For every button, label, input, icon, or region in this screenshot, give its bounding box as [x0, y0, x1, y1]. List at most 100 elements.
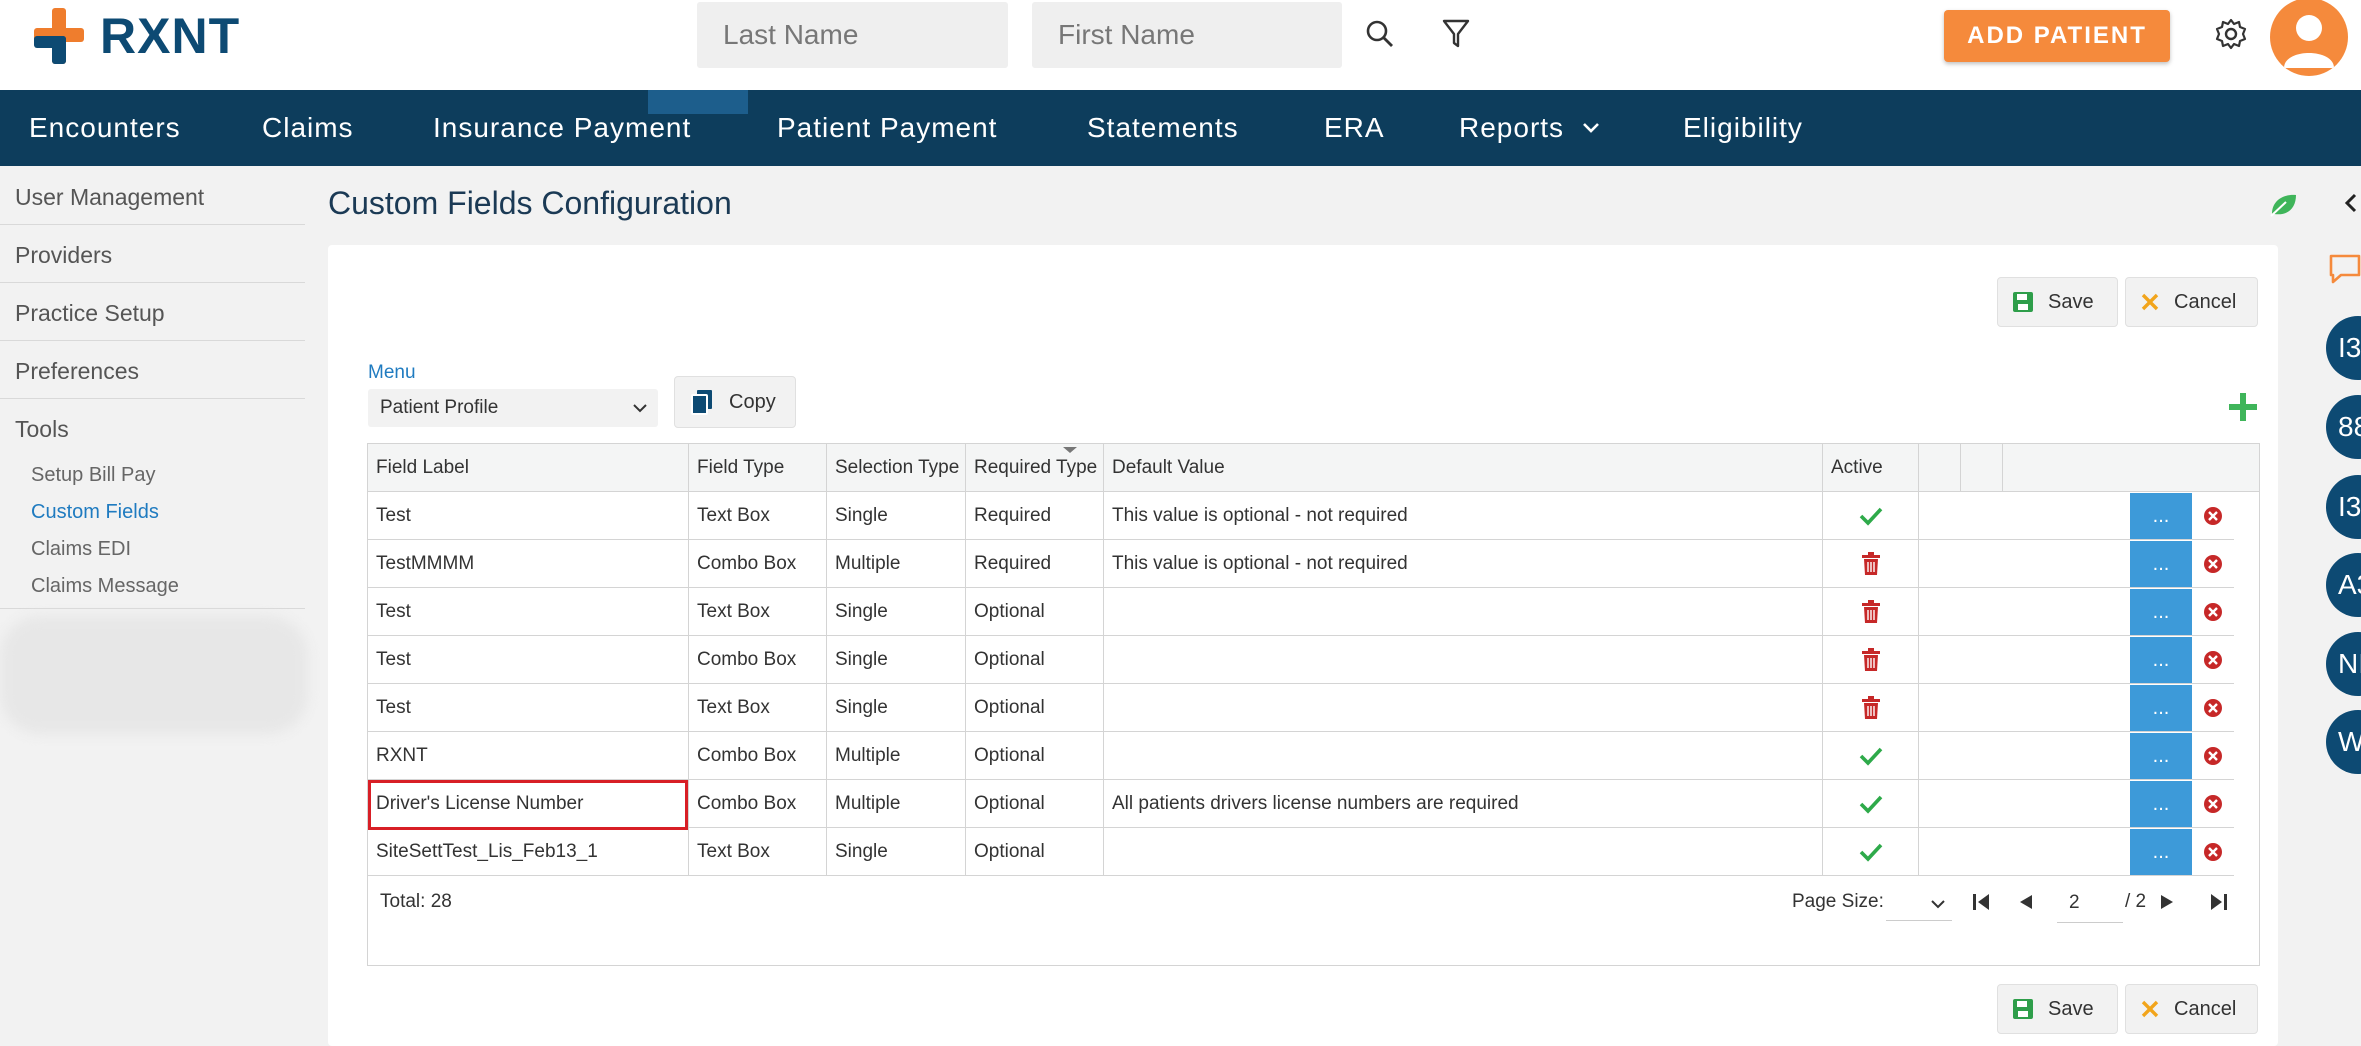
col-field-type[interactable]: Field Type — [689, 444, 827, 492]
cell-field-label: RXNT — [368, 732, 689, 780]
col-required-type[interactable]: Required Type — [966, 444, 1104, 492]
row-actions-button[interactable]: ... — [2130, 733, 2192, 779]
save-icon — [2012, 998, 2034, 1020]
add-patient-button[interactable]: ADD PATIENT — [1944, 10, 2170, 62]
sidebar-item-practice-setup[interactable]: Practice Setup — [15, 300, 165, 327]
sidebar-subitem-setup-bill-pay[interactable]: Setup Bill Pay — [31, 464, 156, 487]
remove-circle-icon[interactable] — [2192, 636, 2234, 684]
collapse-left-icon[interactable] — [2344, 192, 2358, 219]
trash-icon[interactable] — [1823, 540, 1919, 588]
trash-icon[interactable] — [1823, 588, 1919, 636]
sidebar-item-tools[interactable]: Tools — [15, 416, 69, 443]
row-actions-button[interactable]: ... — [2130, 829, 2192, 875]
gear-icon[interactable] — [2211, 14, 2251, 54]
sidebar-divider — [0, 608, 305, 609]
row-actions-button[interactable]: ... — [2130, 685, 2192, 731]
trash-icon[interactable] — [1823, 636, 1919, 684]
cell-field-type: Combo Box — [689, 540, 827, 588]
row-actions-button[interactable]: ... — [2130, 493, 2192, 539]
sidebar-subitem-claims-message[interactable]: Claims Message — [31, 575, 179, 598]
page-title: Custom Fields Configuration — [328, 185, 732, 221]
col-field-label[interactable]: Field Label — [368, 444, 689, 492]
remove-circle-icon[interactable] — [2192, 588, 2234, 636]
cell-selection-type: Single — [827, 492, 966, 540]
cell-default-value — [1104, 636, 1823, 684]
col-active[interactable]: Active — [1823, 444, 1919, 492]
remove-circle-icon[interactable] — [2192, 732, 2234, 780]
prev-page-icon[interactable] — [2018, 894, 2034, 910]
cell-selection-type: Single — [827, 684, 966, 732]
cell-field-label: TestMMMM — [368, 540, 689, 588]
cell-required-type: Optional — [966, 780, 1104, 828]
menu-select[interactable]: Patient Profile — [368, 389, 658, 427]
nav-eligibility[interactable]: Eligibility — [1683, 90, 1803, 166]
table-row[interactable]: RXNT Combo Box Multiple Optional... — [368, 732, 2234, 780]
nav-patient-payment[interactable]: Patient Payment — [777, 90, 997, 166]
first-name-input[interactable]: First Name — [1032, 2, 1342, 68]
cancel-button-bottom[interactable]: Cancel — [2125, 984, 2258, 1034]
sidebar-item-preferences[interactable]: Preferences — [15, 358, 139, 385]
leaf-icon[interactable] — [2268, 192, 2298, 223]
sidebar-subitem-custom-fields[interactable]: Custom Fields — [31, 501, 159, 524]
row-actions-button[interactable]: ... — [2130, 781, 2192, 827]
trash-icon[interactable] — [1823, 684, 1919, 732]
cell-field-type: Text Box — [689, 588, 827, 636]
rxnt-logo[interactable]: RXNT — [30, 6, 240, 66]
plus-icon[interactable] — [2226, 390, 2260, 429]
table-row[interactable]: Test Text Box Single Optional... — [368, 588, 2234, 636]
remove-circle-icon[interactable] — [2192, 540, 2234, 588]
cell-selection-type: Single — [827, 588, 966, 636]
user-avatar-icon[interactable] — [2270, 0, 2348, 76]
copy-button[interactable]: Copy — [674, 376, 796, 428]
cell-field-type: Text Box — [689, 828, 827, 876]
col-default-value[interactable]: Default Value — [1104, 444, 1823, 492]
remove-circle-icon[interactable] — [2192, 684, 2234, 732]
page-size-select[interactable] — [1886, 887, 1952, 921]
table-row[interactable]: Driver's License Number Combo Box Multiple… — [368, 780, 2234, 830]
save-button-bottom[interactable]: Save — [1997, 984, 2118, 1034]
remove-circle-icon[interactable] — [2192, 828, 2234, 876]
next-page-icon[interactable] — [2159, 894, 2175, 910]
nav-statements[interactable]: Statements — [1087, 90, 1239, 166]
search-icon[interactable] — [1360, 14, 1400, 54]
nav-encounters[interactable]: Encounters — [29, 90, 181, 166]
cell-default-value: This value is optional - not required — [1104, 540, 1823, 588]
nav-era[interactable]: ERA — [1324, 90, 1385, 166]
cell-field-type: Text Box — [689, 684, 827, 732]
col-selection-type[interactable]: Selection Type — [827, 444, 966, 492]
row-actions-button[interactable]: ... — [2130, 589, 2192, 635]
chat-icon[interactable] — [2328, 252, 2361, 291]
last-name-input[interactable]: Last Name — [697, 2, 1008, 68]
redacted-area — [0, 616, 308, 734]
sidebar-subitem-claims-edi[interactable]: Claims EDI — [31, 538, 131, 561]
sidebar-item-user-management[interactable]: User Management — [15, 184, 204, 211]
cell-field-label: Test — [368, 636, 689, 684]
remove-circle-icon[interactable] — [2192, 492, 2234, 540]
copy-icon — [691, 389, 713, 415]
sidebar-divider — [0, 224, 305, 225]
current-page-input[interactable]: 2 — [2057, 883, 2123, 923]
table-row[interactable]: TestMMMM Combo Box Multiple Required This va… — [368, 540, 2234, 588]
nav-reports[interactable]: Reports — [1459, 90, 1600, 166]
sidebar-item-providers[interactable]: Providers — [15, 242, 112, 269]
last-page-icon[interactable] — [2209, 893, 2229, 911]
row-actions-button[interactable]: ... — [2130, 637, 2192, 683]
row-actions-button[interactable]: ... — [2130, 541, 2192, 587]
custom-fields-grid: Field Label Field Type Selection Type Re… — [367, 443, 2260, 966]
table-row[interactable]: SiteSettTest_Lis_Feb13_1 Text Box Single Op… — [368, 828, 2234, 876]
cancel-button-top[interactable]: Cancel — [2125, 277, 2258, 327]
check-icon — [1823, 828, 1919, 876]
cell-default-value — [1104, 828, 1823, 876]
grid-header: Field Label Field Type Selection Type Re… — [368, 444, 2259, 492]
filter-icon[interactable] — [1436, 14, 1476, 54]
remove-circle-icon[interactable] — [2192, 780, 2234, 828]
cell-field-label: Test — [368, 684, 689, 732]
cell-field-type: Combo Box — [689, 780, 827, 828]
table-row[interactable]: Test Text Box Single Optional... — [368, 684, 2234, 732]
cell-field-type: Combo Box — [689, 732, 827, 780]
table-row[interactable]: Test Combo Box Single Optional... — [368, 636, 2234, 684]
nav-claims[interactable]: Claims — [262, 90, 354, 166]
table-row[interactable]: Test Text Box Single Required This value is … — [368, 492, 2234, 540]
save-button-top[interactable]: Save — [1997, 277, 2118, 327]
first-page-icon[interactable] — [1971, 893, 1991, 911]
